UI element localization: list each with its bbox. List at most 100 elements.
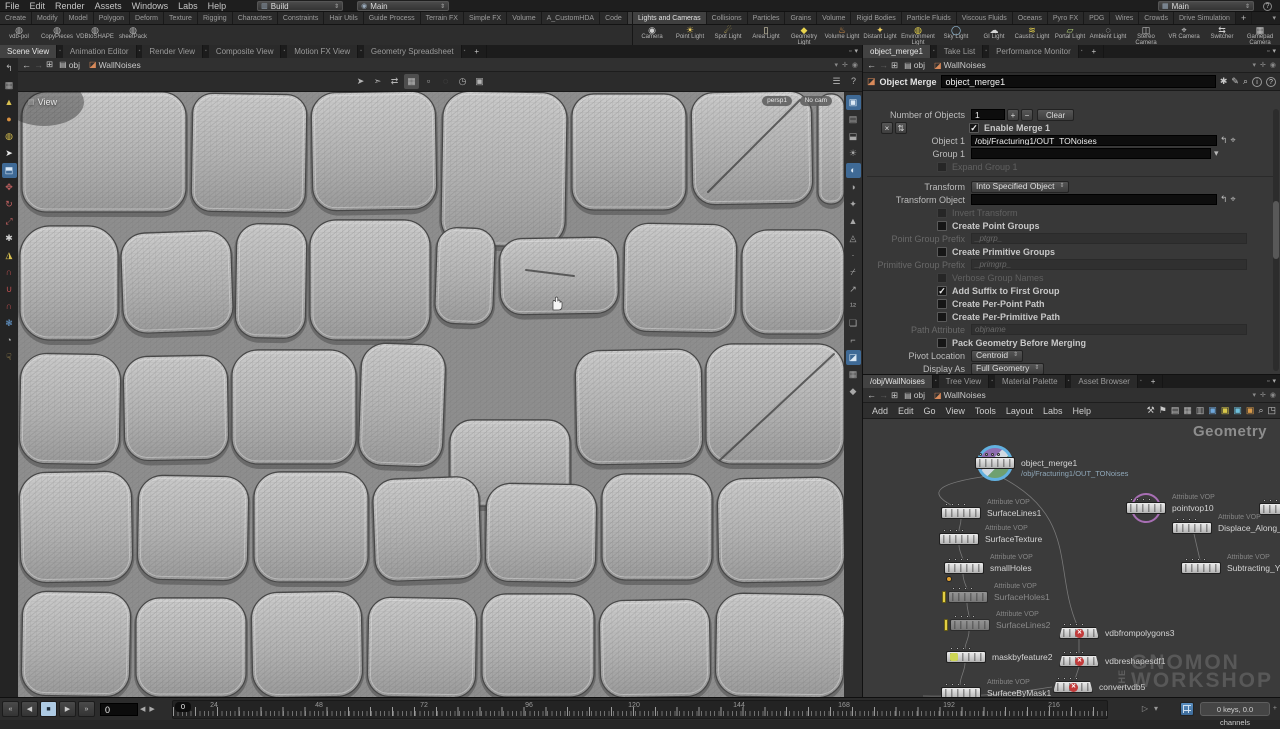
param-group-field[interactable] <box>971 148 1211 159</box>
checkbox-create-point-groups[interactable] <box>937 220 947 231</box>
shelf-tab-rigging[interactable]: Rigging <box>197 12 233 24</box>
playback-options-icon[interactable]: ▷ <box>1142 704 1148 713</box>
group-list-icon[interactable]: ❏ <box>846 316 861 331</box>
shelf-tool-sheetpack[interactable]: ◍ sheetPack <box>114 25 152 45</box>
shelf-tab-polygon[interactable]: Polygon <box>93 12 131 24</box>
shelf-tab-characters[interactable]: Characters <box>232 12 278 24</box>
frame-next-button[interactable]: ▶ <box>147 705 156 713</box>
clear-button[interactable]: Clear <box>1037 108 1075 121</box>
shelf-tab-particles[interactable]: Particles <box>747 12 786 24</box>
param-path-field[interactable] <box>971 194 1217 205</box>
magnet-point-icon[interactable]: ∩ <box>2 265 17 280</box>
keycam-icon[interactable]: ▣ <box>472 74 487 89</box>
shelf-tool-environment-light[interactable]: ◍ Environment Light <box>899 25 937 45</box>
select-mode-icon[interactable]: ➤ <box>353 74 368 89</box>
checkbox-create-per-point-path[interactable] <box>937 298 947 309</box>
menu-windows[interactable]: Windows <box>127 0 174 12</box>
float-window-icon[interactable]: ◳ <box>1267 405 1276 416</box>
displacement-icon[interactable]: ▲ <box>846 214 861 229</box>
visualizer-icon[interactable]: ◬ <box>846 231 861 246</box>
bundle-icon[interactable]: ▣ <box>1246 405 1255 416</box>
magnet-grid-icon[interactable]: ∩ <box>2 299 17 314</box>
group-dropdown-icon[interactable]: ▾ <box>1214 148 1219 159</box>
lock-camera-icon[interactable]: ⬓ <box>846 129 861 144</box>
menu-edit[interactable]: Edit <box>25 0 51 12</box>
shelf-tab-oceans[interactable]: Oceans <box>1012 12 1048 24</box>
breadcrumb-menu-icon[interactable]: ▾ <box>1253 61 1257 69</box>
pane-tab-performance-monitor[interactable]: Performance Monitor <box>989 45 1079 58</box>
node-body[interactable] <box>1259 503 1280 515</box>
radial-menu-selector[interactable]: ◉ Main ⇕ <box>357 1 450 11</box>
shelf-tab-add[interactable]: + <box>1236 12 1253 24</box>
network-pin-icon[interactable]: ⊞ <box>891 390 898 401</box>
decrement-button[interactable]: − <box>1021 108 1033 121</box>
breadcrumb-root[interactable]: ▤ obj <box>56 60 83 70</box>
playback-menu-icon[interactable]: ▾ <box>1154 704 1158 713</box>
help-circle-icon[interactable]: ? <box>1266 76 1276 87</box>
shelf-tool-vdbtoshape[interactable]: ◍ VDBtoSHAPE <box>76 25 114 45</box>
grid-snap-icon[interactable]: ▦ <box>1183 405 1192 416</box>
selection-box-icon[interactable]: ▫ <box>421 74 436 89</box>
shelf-tool-copypieces[interactable]: ◍ CopyPieces <box>38 25 76 45</box>
net-menu-edit[interactable]: Edit <box>893 406 919 416</box>
net-menu-view[interactable]: View <box>941 406 970 416</box>
shelf-tab-crowds[interactable]: Crowds <box>1139 12 1174 24</box>
node-body[interactable] <box>1172 522 1212 534</box>
checkbox-pack-geometry-before-merging[interactable] <box>937 337 947 348</box>
shelf-tool-area-light[interactable]: ▯ Area Light <box>747 25 785 45</box>
secure-selection-icon[interactable]: ⬒ <box>1 163 17 178</box>
vectors-icon[interactable]: ↗ <box>846 282 861 297</box>
pane-maximize-icon[interactable]: ▫ <box>849 45 851 58</box>
desktop-selector[interactable]: ▥ Build ⇕ <box>257 1 344 11</box>
snap-options-icon[interactable]: ▦ <box>404 74 419 89</box>
shelf-tab-pyro-fx[interactable]: Pyro FX <box>1047 12 1085 24</box>
wireframe-icon[interactable]: ▦ <box>846 367 861 382</box>
shelf-tab-simple-fx[interactable]: Simple FX <box>463 12 508 24</box>
magnify-icon[interactable]: ⌕ <box>1258 405 1263 416</box>
node-body[interactable] <box>944 562 984 574</box>
shelf-tab-volume[interactable]: Volume <box>507 12 542 24</box>
stop-button[interactable]: ■ <box>40 701 57 717</box>
back-arrow-icon[interactable]: ← <box>867 60 876 70</box>
viewport-3d[interactable]: ▤ View persp1 No cam <box>18 92 844 697</box>
shelf-tab-grains[interactable]: Grains <box>785 12 818 24</box>
shelf-tab-drive-simulation[interactable]: Drive Simulation <box>1173 12 1236 24</box>
shelf-tool-sky-light[interactable]: ◯ Sky Light <box>937 25 975 45</box>
bypass-flag-icon[interactable] <box>942 591 946 603</box>
node-body[interactable] <box>975 457 1015 469</box>
magnify-icon[interactable]: ⌕ <box>1243 76 1248 87</box>
dropdown-transform[interactable]: Into Specified Object ⇕ <box>971 180 1070 193</box>
shelf-tab-terrain-fx[interactable]: Terrain FX <box>420 12 464 24</box>
ghost-objects-icon[interactable]: ◌ <box>438 74 453 89</box>
view-help-icon[interactable]: ? <box>846 74 861 89</box>
jump-to-operator-icon[interactable]: ↰ <box>1220 135 1228 146</box>
shelf-tab-volume[interactable]: Volume <box>817 12 852 24</box>
pin-pane-icon[interactable]: ✛ <box>1260 391 1266 399</box>
stopwatch-icon[interactable]: ◷ <box>455 74 470 89</box>
radial-menu-icon[interactable]: ▦ <box>2 78 17 93</box>
shelf-tool-volume-light[interactable]: ♨ Volume Light <box>823 25 861 45</box>
pane-maximize-icon[interactable]: ▫ <box>1267 45 1269 58</box>
node-body[interactable] <box>939 533 979 545</box>
animation-options-icon[interactable] <box>1180 702 1194 716</box>
shade-mode-icon[interactable]: ◪ <box>845 350 861 365</box>
dropdown-pivot-location[interactable]: Centroid ⇕ <box>971 349 1024 362</box>
shelf-tool-distant-light[interactable]: ✦ Distant Light <box>861 25 899 45</box>
shadows-icon[interactable]: ◑ <box>846 180 861 195</box>
network-canvas[interactable]: Geometry object_merge1/obj/Fracturing1/O… <box>863 419 1280 698</box>
breadcrumb-root[interactable]: ▤ obj <box>901 390 928 400</box>
snapshot-icon[interactable]: ▤ <box>846 112 861 127</box>
shelf-tab-particle-fluids[interactable]: Particle Fluids <box>901 12 957 24</box>
grid-align-icon[interactable]: ▥ <box>1196 405 1205 416</box>
checkbox-expand-group-1[interactable] <box>937 161 947 172</box>
timeline-ruler[interactable]: 0 24 48 72 96 120 144 168 192 216 <box>172 700 1108 719</box>
help-button[interactable]: ? <box>1263 1 1272 11</box>
pane-tab-scene-view[interactable]: Scene View <box>0 45 58 58</box>
shelf-tool-camera[interactable]: ◉ Camera <box>633 25 671 45</box>
view-list-icon[interactable]: ☰ <box>829 74 844 89</box>
breadcrumb-root[interactable]: ▤ obj <box>901 60 928 70</box>
back-arrow-icon[interactable]: ← <box>867 390 876 400</box>
breadcrumb-node[interactable]: ◪ WallNoises <box>931 60 989 70</box>
checkbox-create-per-primitive-path[interactable] <box>937 311 947 322</box>
viewport-camera-badge[interactable]: No cam <box>799 96 832 106</box>
